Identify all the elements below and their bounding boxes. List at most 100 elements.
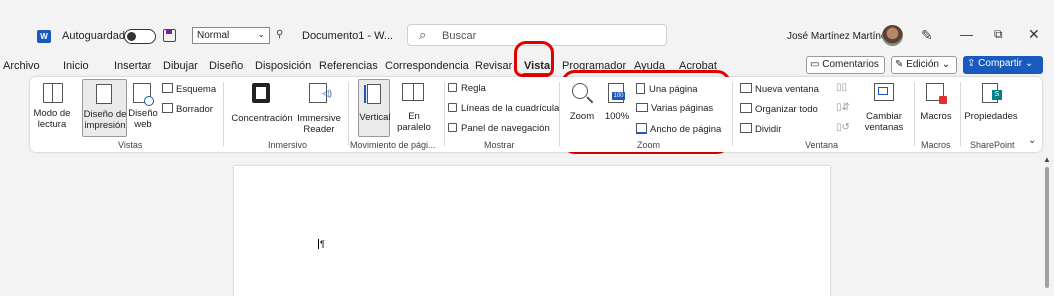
vertical-label: Vertical <box>359 112 391 123</box>
cambiar-ventanas-button[interactable]: Cambiar ventanas <box>860 81 908 137</box>
restore-icon[interactable]: ⧉ <box>994 27 1003 42</box>
document-name[interactable]: Documento1 - W... <box>302 30 393 42</box>
vertical-button[interactable]: Vertical <box>358 79 391 137</box>
regla-label: Regla <box>461 83 486 94</box>
modo-lectura-label-1: Modo de <box>33 108 71 119</box>
ribbon-panel: Modo de lectura Diseño de impresión Dise… <box>30 77 1042 152</box>
scroll-thumb[interactable] <box>1045 167 1049 288</box>
varias-paginas-button[interactable]: Varias páginas <box>636 103 713 114</box>
outline-icon <box>162 83 173 93</box>
macros-button[interactable]: Macros <box>918 81 954 137</box>
en-paralelo-label-1: En <box>408 111 420 122</box>
checkbox-icon <box>448 103 457 112</box>
separator <box>914 82 915 146</box>
ancho-pagina-button[interactable]: Ancho de página <box>636 123 721 135</box>
vertical-scrollbar[interactable]: ▲ <box>1042 155 1052 288</box>
lineas-checkbox[interactable]: Líneas de la cuadrícula <box>448 103 559 114</box>
share-label: Compartir <box>978 58 1023 69</box>
diseno-web-button[interactable]: Diseño web <box>128 81 158 137</box>
search-icon: ⌕ <box>419 27 427 42</box>
share-icon: ⇪ <box>967 58 976 69</box>
modo-lectura-button[interactable]: Modo de lectura <box>30 81 74 137</box>
dividir-button[interactable]: Dividir <box>740 123 781 135</box>
organizar-todo-button[interactable]: Organizar todo <box>740 103 818 115</box>
one-page-icon <box>636 83 645 94</box>
save-icon[interactable] <box>163 29 176 42</box>
diseno-impresion-button[interactable]: Diseño de impresión <box>82 79 127 137</box>
en-paralelo-button[interactable]: En paralelo <box>394 81 434 137</box>
minimize-icon[interactable]: — <box>960 27 973 42</box>
editing-button[interactable]: ✎ Edición ⌄ <box>891 56 957 74</box>
separator <box>559 82 560 146</box>
separator <box>223 82 224 146</box>
pen-icon[interactable]: ✎ <box>921 27 933 44</box>
tab-dibujar[interactable]: Dibujar <box>163 60 198 72</box>
customize-toolbar-icon[interactable]: ⚲ <box>276 29 283 40</box>
text-cursor-icon: ¶ <box>318 239 325 249</box>
una-pagina-button[interactable]: Una página <box>636 83 698 95</box>
tab-referencias[interactable]: Referencias <box>319 60 378 72</box>
checkbox-icon <box>448 83 457 92</box>
regla-checkbox[interactable]: Regla <box>448 83 486 94</box>
tab-diseno[interactable]: Diseño <box>209 60 243 72</box>
scroll-up-icon[interactable]: ▲ <box>1043 155 1051 164</box>
group-label-vistas: Vistas <box>118 140 143 150</box>
editing-label: Edición <box>906 59 939 70</box>
separator <box>348 82 349 146</box>
group-label-movimiento: Movimiento de pági... <box>350 140 436 150</box>
macros-icon <box>926 83 947 104</box>
separator <box>732 82 733 146</box>
document-page[interactable]: ¶ <box>234 166 830 296</box>
lineas-label: Líneas de la cuadrícula <box>461 103 560 114</box>
group-label-macros: Macros <box>921 140 951 150</box>
close-icon[interactable]: ✕ <box>1028 26 1040 43</box>
separator <box>444 82 445 146</box>
varias-paginas-label: Varias páginas <box>651 103 714 114</box>
comments-button[interactable]: ▭ Comentarios <box>806 56 885 74</box>
concentracion-button[interactable]: Concentración <box>230 81 294 137</box>
tab-revisar[interactable]: Revisar <box>475 60 512 72</box>
group-label-ventana: Ventana <box>805 140 839 150</box>
chevron-down-icon: ⌄ <box>257 29 265 39</box>
switch-windows-icon <box>874 83 894 101</box>
propiedades-label: Propiedades <box>964 111 1018 122</box>
group-label-inmersivo: Inmersivo <box>268 140 308 150</box>
immersive-reader-label-1: Immersive <box>297 113 341 124</box>
reset-position-icon: ▯↺ <box>836 122 850 133</box>
immersive-reader-label-2: Reader <box>303 124 335 135</box>
book-icon <box>43 83 63 103</box>
comment-icon: ▭ <box>810 59 820 70</box>
share-button[interactable]: ⇪ Compartir ⌄ <box>963 56 1043 74</box>
tab-correspondencia[interactable]: Correspondencia <box>385 60 469 72</box>
focus-icon <box>252 83 270 103</box>
sync-scroll-icon: ▯⇵ <box>836 102 850 113</box>
autosave-toggle[interactable] <box>124 29 156 44</box>
borrador-button[interactable]: Borrador <box>162 103 213 115</box>
tab-disposicion[interactable]: Disposición <box>255 60 311 72</box>
modo-lectura-label-2: lectura <box>37 119 67 130</box>
style-select[interactable]: Normal ⌄ <box>192 27 270 44</box>
immersive-reader-button[interactable]: ◁) Immersive Reader <box>296 81 342 137</box>
tab-archivo[interactable]: Archivo <box>3 60 40 72</box>
page-width-icon <box>636 123 647 134</box>
esquema-button[interactable]: Esquema <box>162 83 216 95</box>
chevron-down-icon: ⌄ <box>1024 58 1034 69</box>
zoom-100-button[interactable]: 100 100% <box>600 81 634 137</box>
collapse-ribbon-icon[interactable]: ⌄ <box>1028 135 1036 146</box>
sharepoint-icon: S <box>982 83 1002 103</box>
panel-checkbox[interactable]: Panel de navegación <box>448 123 550 134</box>
avatar[interactable] <box>882 25 903 46</box>
esquema-label: Esquema <box>176 84 217 95</box>
edit-pen-icon: ✎ <box>895 59 904 70</box>
web-icon <box>133 83 154 106</box>
chevron-down-icon: ⌄ <box>941 59 951 70</box>
propiedades-button[interactable]: S Propiedades <box>964 81 1018 137</box>
nueva-ventana-button[interactable]: Nueva ventana <box>740 83 819 95</box>
arrange-icon <box>740 103 752 113</box>
cambiar-label-1: Cambiar <box>866 111 902 122</box>
tab-inicio[interactable]: Inicio <box>63 60 89 72</box>
tab-insertar[interactable]: Insertar <box>114 60 151 72</box>
group-label-sharepoint: SharePoint <box>970 140 1015 150</box>
zoom-button[interactable]: Zoom <box>566 81 598 137</box>
user-name[interactable]: José Martínez Martínez <box>787 31 891 42</box>
